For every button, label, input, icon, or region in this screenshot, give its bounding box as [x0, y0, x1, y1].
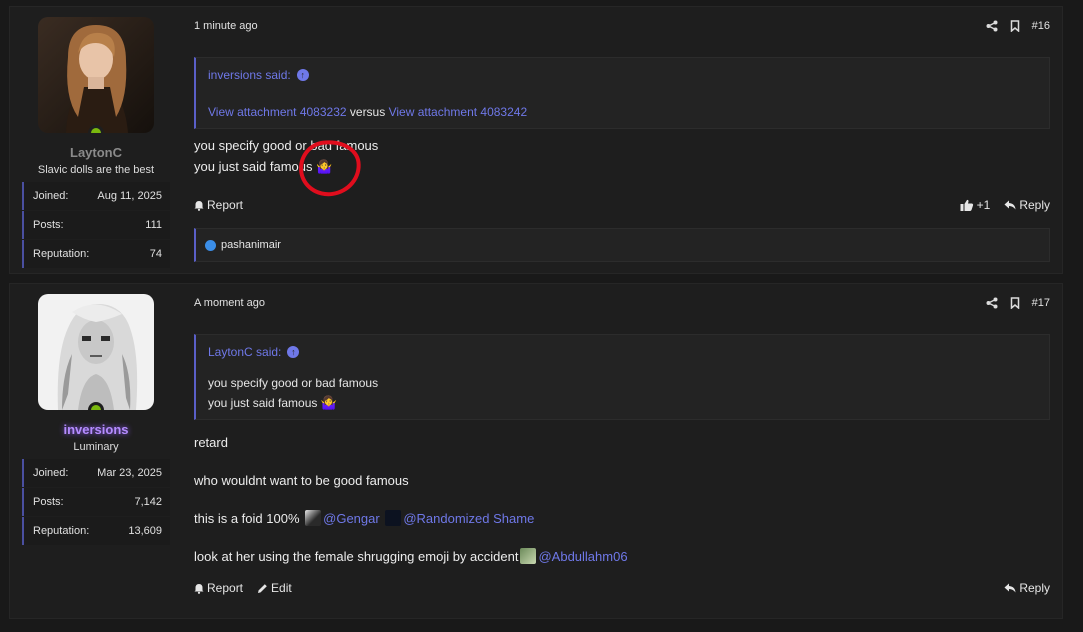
quote-text: you just said famous — [208, 396, 318, 410]
user-title: Slavic dolls are the best — [37, 164, 155, 176]
stat-joined: Joined: Mar 23, 2025 — [22, 459, 170, 487]
post-time[interactable]: 1 minute ago — [194, 20, 258, 32]
avatar[interactable] — [38, 17, 154, 133]
stat-label: Reputation: — [33, 525, 90, 537]
versus-text: versus — [349, 105, 386, 119]
quote-content: you specify good or bad famous you just … — [208, 373, 1037, 413]
user-stats: Joined: Mar 23, 2025 Posts: 7,142 Reputati… — [22, 459, 170, 545]
post-number[interactable]: #16 — [1032, 20, 1050, 32]
stat-reputation: Reputation: 13,609 — [22, 517, 170, 545]
stat-value: 13,609 — [128, 525, 162, 537]
reply-label: Reply — [1019, 198, 1050, 212]
stat-label: Joined: — [33, 467, 69, 479]
like-reaction-icon — [205, 239, 216, 251]
username[interactable]: LaytonC — [22, 145, 170, 160]
report-label: Report — [207, 198, 244, 212]
arrow-up-circle-icon[interactable]: ↑ — [287, 346, 300, 358]
body-paragraph: retard — [194, 435, 228, 450]
quote-author-name[interactable]: inversions said: — [208, 68, 291, 82]
body-paragraph: who wouldnt want to be good famous — [194, 473, 409, 488]
pencil-icon — [258, 583, 267, 593]
user-info: inversions Luminary Joined: Mar 23, 2025 … — [22, 294, 170, 546]
post-number[interactable]: #17 — [1032, 297, 1050, 309]
mention-link[interactable]: @Gengar — [323, 511, 380, 526]
mention-avatar — [385, 510, 402, 526]
like-count: +1 — [976, 198, 991, 212]
report-button[interactable]: Report — [194, 198, 243, 212]
bell-icon — [194, 583, 204, 594]
mention-avatar — [305, 510, 322, 526]
attachment-link[interactable]: View attachment 4083232 — [208, 105, 347, 119]
quote-author[interactable]: LaytonC said: ↑ — [208, 345, 1037, 359]
quote-line-with-emoji: you just said famous 🤷‍♀️ — [208, 393, 1037, 413]
stat-posts: Posts: 7,142 — [22, 488, 170, 516]
edit-button[interactable]: Edit — [257, 581, 292, 595]
stat-value: 74 — [149, 248, 162, 260]
like-button[interactable]: +1 — [960, 198, 991, 212]
stat-label: Reputation: — [33, 248, 90, 260]
post-meta: 1 minute ago #16 — [194, 19, 1050, 33]
stat-posts: Posts: 111 — [22, 211, 170, 239]
reply-arrow-icon — [1004, 583, 1016, 593]
mention-link[interactable]: @Abdullahm06 — [538, 549, 627, 564]
stat-joined: Joined: Aug 11, 2025 — [22, 182, 170, 210]
stat-value: Mar 23, 2025 — [97, 467, 162, 479]
share-icon[interactable] — [986, 297, 998, 309]
body-paragraph-mentions: look at her using the female shrugging e… — [194, 546, 1050, 567]
report-label: Report — [207, 581, 244, 595]
stat-label: Posts: — [33, 496, 64, 508]
post-17: inversions Luminary Joined: Mar 23, 2025 … — [9, 283, 1063, 619]
quote-author[interactable]: inversions said: ↑ — [208, 68, 1037, 82]
post-actions: Report Edit Reply — [194, 580, 1050, 596]
bell-icon — [194, 200, 204, 211]
stat-label: Posts: — [33, 219, 64, 231]
body-text: this is a foid 100% — [194, 511, 300, 526]
edit-label: Edit — [271, 581, 292, 595]
reply-label: Reply — [1019, 581, 1050, 595]
reaction-bar[interactable]: pashanimair — [194, 228, 1050, 262]
post-16: LaytonC Slavic dolls are the best Joined… — [9, 6, 1063, 274]
body-text: you just said famous — [194, 159, 313, 174]
post-main: 1 minute ago #16 inversions said: ↑ View … — [182, 7, 1062, 273]
avatar[interactable] — [38, 294, 154, 410]
quote-content: View attachment 4083232 versus View atta… — [208, 102, 1037, 122]
report-button[interactable]: Report — [194, 581, 243, 595]
quote-author-name[interactable]: LaytonC said: — [208, 345, 281, 359]
post-body: retard who wouldnt want to be good famou… — [194, 432, 1050, 584]
user-stats: Joined: Aug 11, 2025 Posts: 111 Reputation… — [22, 182, 170, 268]
quote-block: LaytonC said: ↑ you specify good or bad f… — [194, 334, 1050, 420]
shrug-emoji-icon: 🤷‍♀️ — [320, 395, 337, 410]
body-paragraph-mentions: this is a foid 100% @Gengar @Randomized … — [194, 508, 1050, 529]
bookmark-icon[interactable] — [1010, 20, 1020, 32]
post-meta: A moment ago #17 — [194, 296, 1050, 310]
quote-line: you specify good or bad famous — [208, 376, 379, 390]
post-main: A moment ago #17 LaytonC said: ↑ you spec… — [182, 284, 1062, 618]
stat-label: Joined: — [33, 190, 69, 202]
body-text: look at her using the female shrugging e… — [194, 549, 519, 564]
stat-value[interactable]: 111 — [145, 219, 162, 231]
avatar-image — [38, 17, 154, 133]
post-actions: Report +1 Reply — [194, 197, 1050, 213]
stat-value[interactable]: 7,142 — [134, 496, 162, 508]
bookmark-icon[interactable] — [1010, 297, 1020, 309]
stat-reputation: Reputation: 74 — [22, 240, 170, 268]
reply-button[interactable]: Reply — [1004, 581, 1050, 595]
stat-value: Aug 11, 2025 — [97, 190, 162, 202]
arrow-up-circle-icon[interactable]: ↑ — [296, 69, 309, 81]
user-title: Luminary — [73, 441, 119, 453]
user-info: LaytonC Slavic dolls are the best Joined… — [22, 17, 170, 269]
share-icon[interactable] — [986, 20, 998, 32]
mention-link[interactable]: @Randomized Shame — [403, 511, 534, 526]
username[interactable]: inversions — [22, 422, 170, 437]
reaction-user[interactable]: pashanimair — [221, 239, 281, 251]
attachment-link[interactable]: View attachment 4083242 — [389, 105, 528, 119]
thumbs-up-icon — [960, 199, 973, 211]
quote-block: inversions said: ↑ View attachment 408323… — [194, 57, 1050, 129]
reply-button[interactable]: Reply — [1004, 198, 1050, 212]
mention-avatar — [520, 548, 537, 564]
post-time[interactable]: A moment ago — [194, 297, 265, 309]
avatar-image — [38, 294, 154, 410]
reply-arrow-icon — [1004, 200, 1016, 210]
